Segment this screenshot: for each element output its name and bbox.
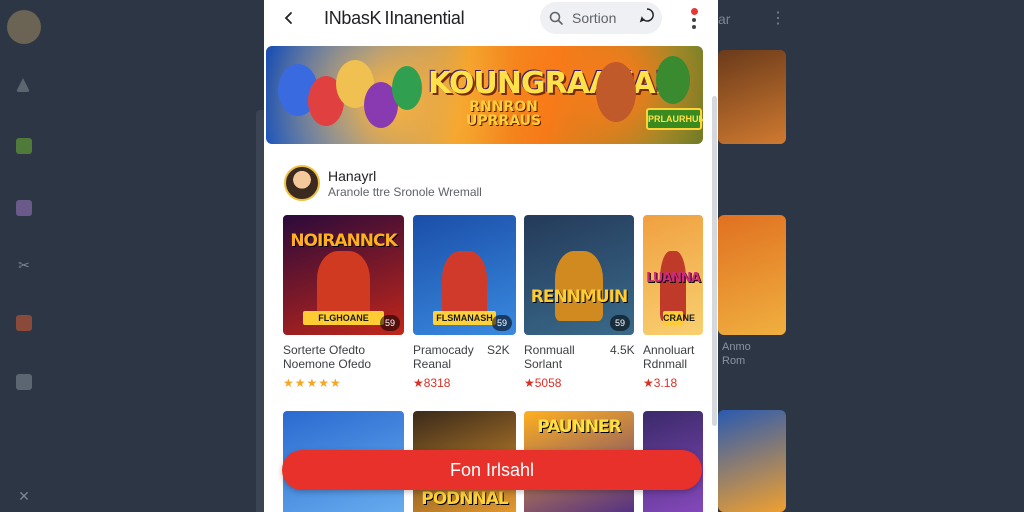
character-figure (555, 251, 603, 321)
hero-subtitle-line: UPRRAUS (466, 113, 542, 129)
background-thumb (718, 410, 786, 512)
thumbnail-title: NOIRANNCK (290, 231, 397, 251)
app-card[interactable]: RENNMUIN 59 Ronmuall Sorlant 4.5K ★5058 (524, 215, 635, 395)
thumbnail-banner: CRANE (663, 311, 696, 325)
developer-row[interactable]: Hanayrl Aranole ttre Sronole Wremall (284, 165, 704, 201)
search-label: Sortion (572, 10, 617, 26)
chat-icon (639, 8, 654, 23)
background-thumb-label: Rom (722, 355, 746, 367)
avatar (284, 165, 320, 201)
search-icon (549, 11, 563, 25)
app-subtitle: Reanal (413, 357, 452, 371)
developer-name: Hanayrl (328, 168, 377, 184)
thumbnail-title: LUANNA (646, 271, 701, 286)
app-download-count: 4.5K (610, 343, 635, 357)
hero-character (392, 66, 422, 110)
app-subtitle: Rdnmall (643, 357, 688, 371)
app-card[interactable]: FLSMANASH 59 Pramocady Reanal S2K ★8318 (413, 215, 516, 395)
page-title: INbasK IInanential (324, 8, 465, 28)
background-sheet-edge (256, 110, 264, 512)
app-card[interactable]: NOIRANNCK FLGHOANE 59 Sorterte Ofedto Noemon… (283, 215, 404, 395)
background-label: ar (718, 11, 731, 27)
share-button[interactable] (638, 6, 660, 28)
thumbnail-banner: FLGHOANE (303, 311, 384, 325)
app-thumbnail[interactable]: FLSMANASH 59 (413, 215, 516, 335)
screenshot-count-badge: 59 (492, 315, 512, 331)
thumbnail-title: RENNMUIN (530, 287, 628, 307)
hero-character (656, 56, 690, 104)
app-subtitle: Sorlant (524, 357, 563, 371)
app-rating: ★5058 (524, 376, 562, 390)
apps-icon (16, 374, 32, 390)
thumbnail-banner: FLSMANASH (433, 311, 496, 325)
background-more-icon: ⋮ (770, 10, 786, 27)
app-download-count: S2K (487, 343, 510, 357)
grid-icon (16, 138, 32, 154)
app-name: Ronmuall (524, 343, 575, 357)
back-arrow-icon (284, 12, 292, 24)
app-name: Sorterte Ofedto (283, 343, 366, 357)
background-avatar (7, 10, 41, 44)
folder-icon (16, 200, 32, 216)
app-rating: ★3.18 (643, 376, 678, 390)
notification-dot (690, 7, 698, 15)
app-detail-panel: INbasK IInanential Sortion KOUNGRAAUAL R… (264, 0, 718, 512)
app-card[interactable]: LUANNA CRANE Annoluart Rdnmall ★3.18 (643, 215, 703, 395)
back-button[interactable] (278, 6, 300, 30)
background-thumb-label: Anmo (722, 341, 751, 353)
app-thumbnail[interactable]: LUANNA CRANE (643, 215, 703, 335)
hero-subtitle-line: RNNRON (469, 99, 538, 115)
hero-badge: PRLAURHUNE (646, 108, 703, 130)
scrollbar[interactable] (712, 96, 717, 426)
pin-icon (16, 78, 30, 92)
app-subtitle: Noemone Ofedo (283, 357, 372, 371)
collapse-icon: ✕ (18, 488, 30, 504)
app-thumbnail[interactable]: RENNMUIN 59 (524, 215, 634, 335)
app-thumbnail[interactable]: NOIRANNCK FLGHOANE 59 (283, 215, 404, 335)
thumbnail-title: PODNNAL (421, 489, 508, 509)
dot-icon (692, 24, 696, 29)
screenshot-count-badge: 59 (380, 315, 400, 331)
hero-banner[interactable]: KOUNGRAAUAL RNNRON UPRRAUS PRLAURHUNE (266, 46, 703, 144)
app-rating: ★★★★★ (283, 376, 342, 390)
hero-title: KOUNGRAAUAL (428, 66, 674, 101)
thumbnail-title: PAUNNER (537, 417, 622, 437)
background-thumb (718, 215, 786, 335)
hero-character (596, 62, 636, 122)
app-name: Annoluart (643, 343, 695, 357)
app-name: Pramocady (413, 343, 474, 357)
developer-subtitle: Aranole ttre Sronole Wremall (328, 185, 482, 199)
screenshot-count-badge: 59 (610, 315, 630, 331)
install-button[interactable]: Fon Irlsahl (282, 450, 702, 490)
app-rating: ★8318 (413, 376, 451, 390)
more-options-button[interactable] (686, 4, 702, 32)
dot-icon (692, 17, 696, 22)
scissors-icon: ✂ (18, 257, 30, 273)
top-bar: INbasK IInanential Sortion (264, 0, 718, 38)
image-icon (16, 315, 32, 331)
background-thumb (718, 50, 786, 144)
hero-subtitle: RNNRON UPRRAUS (466, 100, 541, 128)
